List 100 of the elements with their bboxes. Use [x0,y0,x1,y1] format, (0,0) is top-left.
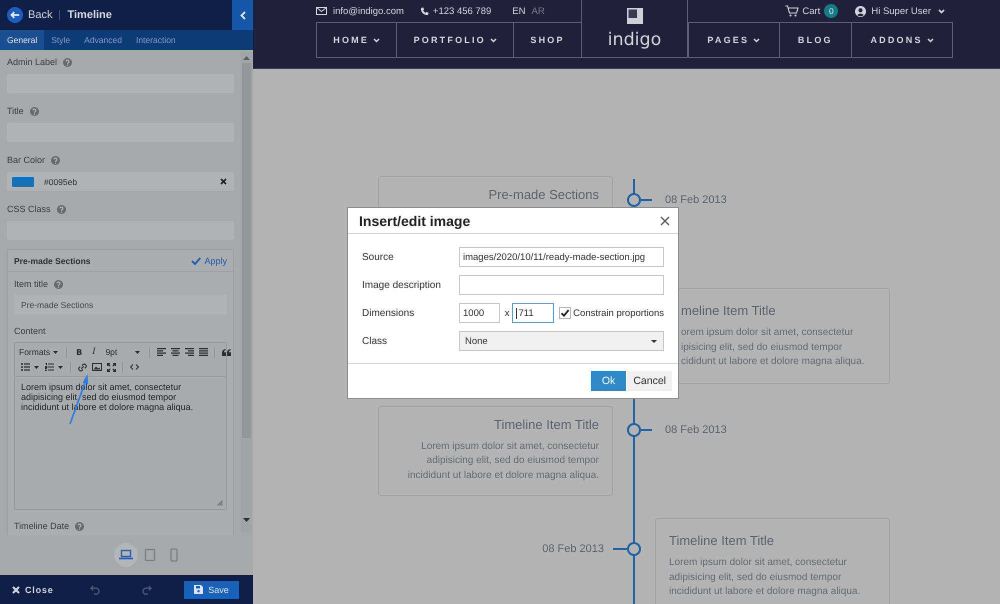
user-menu[interactable]: Hi Super User [855,6,945,16]
fullscreen-icon[interactable] [106,362,116,372]
field-label: Image description [362,280,442,290]
clear-icon[interactable] [220,178,227,185]
timeline-item-title: Pre-made Sections [487,187,599,203]
help-icon[interactable] [51,156,60,164]
image-icon[interactable] [92,363,102,371]
timeline-item-title: meline Item Title [681,303,777,319]
laptop-icon[interactable] [114,543,138,567]
bold-button[interactable]: B [71,345,88,359]
phone-text: +123 456 789 [432,6,492,16]
caret-icon [53,350,58,354]
ok-button[interactable]: Ok [590,371,626,391]
width-input[interactable]: 1000 [459,303,500,323]
class-select[interactable]: None [459,331,664,351]
text-input[interactable]: images/2020/10/11/ready-made-section.jpg [459,247,664,267]
save-button[interactable]: Save [184,580,239,598]
close-button[interactable]: Close [12,584,54,594]
checkbox[interactable] [559,307,572,319]
tab[interactable]: Style [44,30,78,50]
nav-link[interactable]: PAGES [688,23,779,57]
bullet-list-icon[interactable] [20,363,30,371]
user-icon [855,6,866,16]
field-label: Dimensions [362,308,416,318]
help-icon[interactable] [54,280,64,288]
font-size-dropdown[interactable]: 9pt [100,345,146,359]
nav-link[interactable]: BLOG [778,23,852,57]
formats-dropdown[interactable]: Formats [18,345,62,359]
scroll-down-icon[interactable] [243,518,250,522]
quote-icon[interactable] [222,348,231,356]
back-button[interactable]: Back [7,7,52,23]
numbered-list-icon[interactable] [44,363,54,371]
mail-icon [316,7,327,15]
timeline-date: 08 Feb 2013 [665,422,727,436]
italic-button[interactable]: I [87,345,100,359]
timeline-item-text: cididunt ut labore et dolore magna aliqua. [681,355,866,369]
logo-text: indigo [608,30,662,50]
close-icon[interactable] [660,216,670,226]
timeline-item-text: incididunt ut labore et dolore magna aliqua. [669,585,862,599]
tab[interactable]: General [0,30,44,50]
field-label: Timeline Date [14,521,70,531]
close-icon [12,586,20,594]
help-icon[interactable] [63,58,72,66]
justify-icon[interactable] [198,348,208,356]
caret-icon [651,340,657,342]
link-icon[interactable] [78,362,86,372]
logo-square-icon [626,8,642,24]
timeline-item-text: Lorem ipsum dolor sit amet, consectetur [420,440,599,454]
help-icon[interactable] [56,204,66,214]
redo-icon[interactable] [142,584,152,594]
code-icon[interactable] [130,364,138,370]
color-input[interactable]: #0095eb [7,172,234,191]
cart-icon[interactable] [785,5,800,17]
timeline-item-text: incididunt ut labore et dolore magna aliqua. [406,468,599,482]
undo-icon[interactable] [90,584,100,594]
nav-link[interactable]: ADDONS [851,23,952,57]
cart-count-badge: 0 [824,4,838,18]
chevron-left-icon [240,10,246,20]
nav-link[interactable]: HOME [317,23,396,57]
timeline-item-text: orem ipsum dolor sit amet, consectetur [681,326,854,340]
field-label: Admin Label [7,57,58,67]
language-link[interactable]: EN [512,6,526,16]
help-icon[interactable] [30,106,39,116]
caret-icon[interactable] [58,366,63,368]
timeline-date: 08 Feb 2013 [542,542,604,556]
tab[interactable]: Advanced [77,30,129,50]
email-link[interactable]: info@indigo.com [333,6,404,16]
color-swatch-icon[interactable] [12,176,34,186]
align-right-icon[interactable] [184,348,194,356]
timeline-item-text: ipisicing elit, sed do eiusmod tempor [681,340,844,354]
language-link[interactable]: AR [532,6,545,16]
timeline-date: 08 Feb 2013 [665,193,727,207]
nav-link[interactable]: PORTFOLIO [396,23,514,57]
align-center-icon[interactable] [170,348,180,356]
height-input[interactable]: 711 [512,303,554,323]
phone-icon [420,6,429,16]
logo-cell[interactable]: indigo [581,0,688,58]
scroll-up-icon[interactable] [243,56,250,60]
timeline-item-title: Timeline Item Title [669,533,775,549]
field-label: CSS Class [7,204,51,214]
resize-grip-icon[interactable] [217,500,223,506]
item-title-input[interactable]: Pre-made Sections [14,295,227,314]
caret-icon [135,350,140,354]
cancel-button[interactable]: Cancel [627,371,672,391]
field-label: Source [362,252,395,262]
check-icon [191,256,202,264]
collapse-button[interactable] [232,0,253,30]
chevron-down-icon [938,8,945,14]
text-input[interactable] [459,275,664,295]
cart-link[interactable]: Cart [802,6,820,16]
card-title: Pre-made Sections [14,256,91,266]
field-label: Class [362,336,388,346]
tab[interactable]: Interaction [128,30,183,50]
dialog-title: Insert/edit image [359,212,470,228]
dimension-separator: x [504,308,510,318]
nav-link[interactable]: SHOP [513,23,581,57]
align-left-icon[interactable] [156,348,166,356]
help-icon[interactable] [75,522,84,530]
scrollbar[interactable] [241,52,252,533]
caret-icon[interactable] [34,366,39,368]
